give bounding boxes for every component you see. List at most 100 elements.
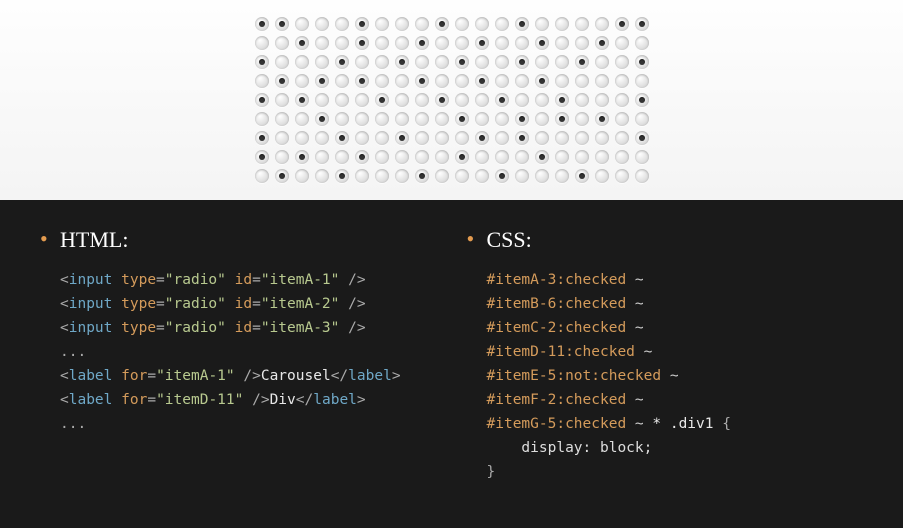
radio-dot <box>415 36 429 50</box>
radio-dot <box>315 36 329 50</box>
radio-dot <box>435 112 449 126</box>
radio-dot <box>575 36 589 50</box>
radio-dot <box>275 55 289 69</box>
radio-dot <box>415 150 429 164</box>
radio-dot <box>635 169 649 183</box>
radio-dot <box>555 150 569 164</box>
radio-dot <box>355 93 369 107</box>
radio-dot <box>375 131 389 145</box>
radio-dot <box>535 169 549 183</box>
radio-dot <box>395 169 409 183</box>
radio-dot <box>395 74 409 88</box>
radio-dot <box>455 74 469 88</box>
radio-dot <box>555 17 569 31</box>
radio-dot <box>615 17 629 31</box>
html-column: HTML: <input type="radio" id="itemA-1" /… <box>40 228 437 528</box>
radio-dot <box>515 112 529 126</box>
radio-dot <box>275 93 289 107</box>
radio-dot <box>495 131 509 145</box>
radio-dot <box>335 36 349 50</box>
radio-dot <box>395 112 409 126</box>
radio-dot <box>435 150 449 164</box>
radio-dot <box>275 112 289 126</box>
radio-dot <box>575 55 589 69</box>
css-column: CSS: #itemA-3:checked ~ #itemB-6:checked… <box>467 228 864 528</box>
radio-dot <box>295 55 309 69</box>
radio-dot <box>335 55 349 69</box>
radio-dot <box>495 17 509 31</box>
radio-dot <box>475 150 489 164</box>
radio-dot <box>515 150 529 164</box>
radio-dot <box>595 169 609 183</box>
radio-dot <box>355 74 369 88</box>
radio-dot <box>615 93 629 107</box>
radio-dot <box>315 131 329 145</box>
radio-dot <box>515 17 529 31</box>
radio-dot <box>435 36 449 50</box>
radio-dot <box>375 55 389 69</box>
radio-dot <box>595 131 609 145</box>
radio-dot <box>315 112 329 126</box>
radio-dot <box>275 36 289 50</box>
radio-dot <box>455 169 469 183</box>
radio-dot <box>315 74 329 88</box>
radio-dot <box>375 112 389 126</box>
radio-dot <box>575 17 589 31</box>
radio-dot <box>415 17 429 31</box>
radio-dot <box>515 74 529 88</box>
radio-dot <box>475 36 489 50</box>
radio-dot <box>475 17 489 31</box>
radio-dot <box>295 74 309 88</box>
radio-dot <box>535 112 549 126</box>
radio-dot <box>435 55 449 69</box>
radio-dot <box>375 17 389 31</box>
radio-dot <box>315 150 329 164</box>
radio-dot <box>575 150 589 164</box>
radio-dot <box>295 112 309 126</box>
radio-dot <box>475 131 489 145</box>
radio-dot <box>515 93 529 107</box>
radio-dot <box>355 36 369 50</box>
radio-dot <box>555 93 569 107</box>
radio-dot <box>575 74 589 88</box>
radio-dot <box>415 112 429 126</box>
radio-dot <box>475 93 489 107</box>
radio-dot <box>635 112 649 126</box>
radio-dot <box>575 112 589 126</box>
radio-dot <box>275 150 289 164</box>
radio-dot <box>435 131 449 145</box>
radio-dot <box>595 74 609 88</box>
radio-dot <box>395 55 409 69</box>
radio-dot <box>635 36 649 50</box>
html-heading: HTML: <box>40 228 437 252</box>
radio-dot <box>515 169 529 183</box>
radio-dot <box>375 93 389 107</box>
radio-dot <box>495 36 509 50</box>
radio-dot <box>415 74 429 88</box>
radio-dot <box>415 131 429 145</box>
radio-dot <box>275 169 289 183</box>
radio-dot <box>335 169 349 183</box>
radio-dot <box>295 150 309 164</box>
radio-dot <box>495 55 509 69</box>
radio-dot <box>435 74 449 88</box>
radio-dot <box>435 17 449 31</box>
radio-dot <box>375 36 389 50</box>
radio-dot <box>595 55 609 69</box>
radio-dot <box>635 55 649 69</box>
css-code-block: #itemA-3:checked ~ #itemB-6:checked ~ #i… <box>467 268 864 484</box>
radio-dot <box>455 36 469 50</box>
radio-dot <box>555 169 569 183</box>
radio-dot <box>335 112 349 126</box>
radio-dot <box>295 93 309 107</box>
radio-dot <box>595 150 609 164</box>
radio-dot <box>355 55 369 69</box>
radio-dot <box>255 169 269 183</box>
radio-dot <box>455 55 469 69</box>
radio-dot <box>335 74 349 88</box>
radio-dot <box>255 74 269 88</box>
radio-dot <box>615 150 629 164</box>
radio-dot <box>455 17 469 31</box>
radio-dot <box>635 150 649 164</box>
radio-dot <box>495 169 509 183</box>
